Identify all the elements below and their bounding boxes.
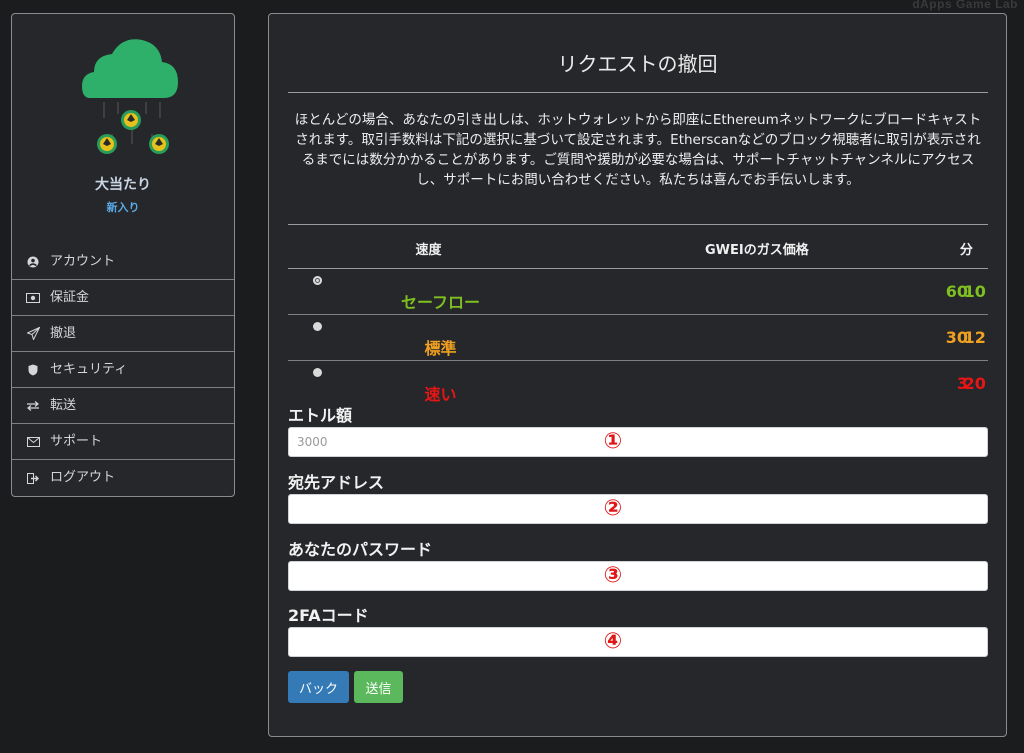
user-rank[interactable]: 新入り [12,199,234,215]
page-title: リクエストの撤回 [557,52,718,76]
sidebar-item-account[interactable]: アカウント [12,244,234,280]
amount-input[interactable] [288,427,988,457]
password-label: あなたのパスワード [288,540,433,559]
sidebar-item-logout[interactable]: ログアウト [12,460,234,496]
sidebar-item-label: サポート [50,433,103,449]
sidebar: 大当たり 新入り アカウント 保証金 撤退 セキュリティ 転送 サポート ログア… [11,13,235,497]
sidebar-item-label: セキュリティ [50,361,128,377]
exchange-icon [26,399,40,413]
username: 大当たり [95,177,151,193]
divider [288,92,988,93]
cloud-coins-icon [82,39,178,154]
sidebar-item-label: 保証金 [50,289,90,305]
speed-row[interactable]: 標準 12 30 [288,314,988,361]
speed-radio[interactable] [313,368,322,377]
speed-row[interactable]: 速い 20 3 [288,361,988,407]
gas-price: 20 [963,374,986,393]
back-button[interactable]: バック [288,671,349,703]
sidebar-item-deposit[interactable]: 保証金 [12,280,234,316]
watermark: dApps Game Lab [912,0,1018,11]
gas-price: 10 [569,268,986,315]
speed-label: セーフロー [400,293,481,312]
shield-icon [26,363,40,377]
marker-2: ② [603,496,623,521]
money-bill-icon [26,291,40,305]
speed-table: 速度 GWEIのガス価格 分 セーフロー 10 60 標準 12 30 速い 20 3 [288,228,988,406]
speed-radio[interactable] [313,322,322,331]
sidebar-item-label: 転送 [50,397,77,413]
avatar [82,36,182,166]
sidebar-item-support[interactable]: サポート [12,424,234,460]
sidebar-item-transfer[interactable]: 転送 [12,388,234,424]
twofa-input[interactable] [288,627,988,657]
marker-1: ① [603,429,623,454]
send-button[interactable]: 送信 [354,671,403,703]
sidebar-item-label: アカウント [50,253,116,269]
divider [288,224,988,225]
address-label: 宛先アドレス [288,473,385,492]
column-header-speed: 速度 [288,228,569,269]
twofa-label: 2FAコード [288,606,369,625]
sidebar-item-security[interactable]: セキュリティ [12,352,234,388]
speed-radio[interactable] [313,276,322,285]
envelope-icon [26,435,40,449]
marker-3: ③ [603,563,623,588]
column-header-gas: GWEIのガス価格 [569,228,945,269]
speed-label: 標準 [424,339,457,358]
address-input[interactable] [288,494,988,524]
column-header-minutes: 分 [944,228,988,269]
marker-4: ④ [603,629,623,654]
gas-price: 12 [569,314,986,361]
paper-plane-icon [26,327,40,341]
sidebar-item-withdraw[interactable]: 撤退 [12,316,234,352]
user-circle-icon [26,255,40,269]
speed-row[interactable]: セーフロー 10 60 [288,268,988,315]
password-input[interactable] [288,561,988,591]
sidebar-item-label: ログアウト [50,470,116,485]
description: ほとんどの場合、あなたの引き出しは、ホットウォレットから即座にEthereumネ… [294,112,982,188]
sign-out-icon [26,471,40,485]
sidebar-nav: アカウント 保証金 撤退 セキュリティ 転送 サポート ログアウト [12,244,234,496]
withdraw-panel: リクエストの撤回 ほとんどの場合、あなたの引き出しは、ホットウォレットから即座に… [268,13,1007,737]
amount-label: エトル額 [288,406,353,425]
sidebar-item-label: 撤退 [50,325,77,341]
